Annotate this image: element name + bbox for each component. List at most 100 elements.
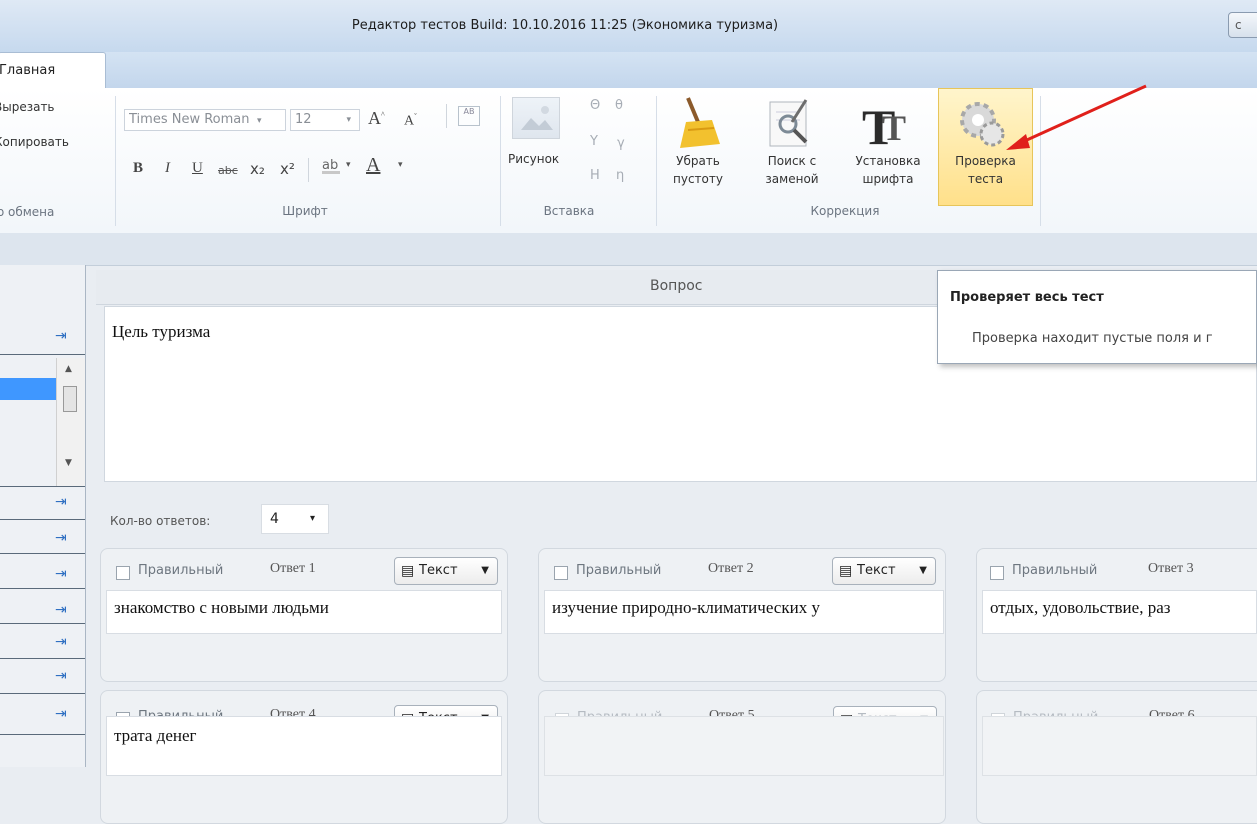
list-item[interactable] (0, 659, 85, 694)
list-item[interactable] (0, 486, 85, 520)
symbol-eta-lower[interactable]: η (616, 168, 624, 183)
list-item[interactable] (0, 624, 85, 659)
list-scrollbar[interactable]: ▲ ▼ (56, 358, 85, 486)
remove-empty-line1: Убрать (676, 154, 720, 168)
answer-type-label-2: Текст (857, 563, 896, 578)
answer-text-4: трата денег (114, 726, 197, 745)
answer-type-button-1[interactable]: ▤ Текст ▼ (394, 557, 498, 585)
secondary-toolbar (0, 233, 1257, 266)
chevron-down-icon: ▼ (919, 565, 927, 576)
answers-count-value: 4 (270, 511, 279, 527)
italic-button[interactable]: I (165, 160, 170, 177)
correction-group-label: Коррекция (810, 204, 880, 218)
scroll-down-icon[interactable]: ▼ (65, 458, 72, 468)
insert-group-label: Вставка (543, 204, 595, 218)
answer-text-2: изучение природно-климатических у (552, 598, 820, 617)
chevron-down-icon[interactable]: ▾ (398, 160, 403, 170)
scroll-up-icon[interactable]: ▲ (65, 364, 72, 374)
set-font-button[interactable]: Установка шрифта (842, 152, 934, 188)
question-text: Цель туризма (112, 322, 211, 341)
shrink-font-icon[interactable]: Aˇ (404, 112, 417, 130)
edit-question-icon[interactable]: ⇥ (55, 668, 71, 684)
superscript-button[interactable]: x² (280, 160, 295, 178)
list-item[interactable] (0, 318, 85, 355)
edit-question-icon[interactable]: ⇥ (55, 634, 71, 650)
group-separator (656, 96, 657, 226)
answer-number-2: Ответ 2 (708, 561, 754, 576)
edit-question-icon[interactable]: ⇥ (55, 530, 71, 546)
answer-type-label-1: Текст (419, 563, 458, 578)
group-separator (500, 96, 501, 226)
question-header-label: Вопрос (650, 278, 703, 294)
underline-button[interactable]: U (192, 160, 203, 177)
list-item[interactable] (0, 735, 85, 767)
find-replace-line1: Поиск с (767, 154, 817, 168)
symbol-gamma-lower[interactable]: γ (617, 136, 625, 151)
correct-label-3: Правильный (1012, 563, 1098, 578)
clipboard-group-label: Буфер обмена (0, 205, 55, 219)
selected-list-item[interactable] (0, 378, 56, 400)
edit-question-icon[interactable]: ⇥ (55, 602, 71, 618)
clipboard-group-label-wrap: Буфер обмена (0, 205, 106, 219)
list-item[interactable] (0, 554, 85, 589)
window-title: Редактор тестов Build: 10.10.2016 11:25 … (351, 18, 779, 33)
find-replace-icon[interactable] (762, 94, 822, 154)
font-size-combo[interactable]: 12 ▾ (290, 109, 360, 131)
list-item[interactable] (0, 519, 85, 554)
edit-question-icon[interactable]: ⇥ (55, 566, 71, 582)
chevron-down-icon: ▾ (346, 115, 351, 125)
tab-home[interactable]: Главная (0, 52, 106, 89)
separator (308, 158, 309, 182)
correct-checkbox-2[interactable] (554, 566, 568, 580)
edit-question-icon[interactable]: ⇥ (55, 494, 71, 510)
symbol-theta-upper[interactable]: Θ (590, 98, 600, 113)
answers-count-select[interactable]: 4 ▾ (261, 504, 329, 534)
tooltip (937, 270, 1257, 364)
answer-field-6 (982, 716, 1257, 776)
document-icon: ▤ (839, 563, 853, 579)
grow-font-icon[interactable]: A^ (368, 108, 385, 129)
scroll-thumb[interactable] (63, 386, 77, 412)
chevron-down-icon[interactable]: ▾ (346, 160, 351, 170)
correct-checkbox-1[interactable] (116, 566, 130, 580)
font-group-label: Шрифт (282, 204, 328, 218)
separator (446, 104, 447, 128)
remove-empty-button[interactable]: Убрать пустоту (660, 152, 736, 188)
picture-button-label: Рисунок (508, 152, 560, 166)
answer-type-button-2[interactable]: ▤ Текст ▼ (832, 557, 936, 585)
clear-format-icon[interactable]: AB (458, 106, 480, 126)
edit-question-icon[interactable]: ⇥ (55, 706, 71, 722)
tooltip-body: Проверка находит пустые поля и г (972, 331, 1213, 346)
highlight-color-icon[interactable]: ab (322, 158, 340, 174)
window-control-button[interactable]: c (1228, 12, 1257, 38)
font-family-value: Times New Roman (129, 112, 250, 127)
copy-button[interactable]: Копировать (0, 135, 108, 149)
set-font-line1: Установка (855, 154, 921, 168)
subscript-button[interactable]: x₂ (250, 160, 265, 178)
chevron-down-icon: ▾ (310, 513, 316, 524)
picture-icon[interactable] (512, 97, 560, 139)
edit-question-icon[interactable]: ⇥ (55, 328, 71, 344)
list-item[interactable] (0, 694, 85, 735)
find-replace-button[interactable]: Поиск с заменой (752, 152, 832, 188)
font-color-icon[interactable]: A (366, 154, 380, 177)
symbol-theta-lower[interactable]: θ (615, 98, 623, 113)
correct-checkbox-3[interactable] (990, 566, 1004, 580)
answer-field-4[interactable] (106, 716, 502, 776)
list-item[interactable] (0, 589, 85, 624)
font-size-value: 12 (295, 112, 312, 127)
broom-icon[interactable] (668, 94, 728, 154)
symbol-eta-upper[interactable]: Η (590, 168, 600, 183)
correct-label-1: Правильный (138, 563, 224, 578)
font-family-combo[interactable]: Times New Roman ▾ (124, 109, 286, 131)
bold-button[interactable]: B (133, 160, 143, 177)
chevron-down-icon: ▼ (481, 565, 489, 576)
answer-text-3: отдых, удовольствие, раз (990, 598, 1171, 617)
cut-button[interactable]: Вырезать (0, 100, 108, 114)
correct-label-2: Правильный (576, 563, 662, 578)
set-font-icon[interactable]: T T (858, 96, 918, 155)
answer-number-3: Ответ 3 (1148, 561, 1194, 576)
strikethrough-button[interactable]: abc (218, 164, 238, 177)
group-separator (115, 96, 116, 226)
symbol-upsilon-upper[interactable]: Υ (590, 134, 598, 149)
